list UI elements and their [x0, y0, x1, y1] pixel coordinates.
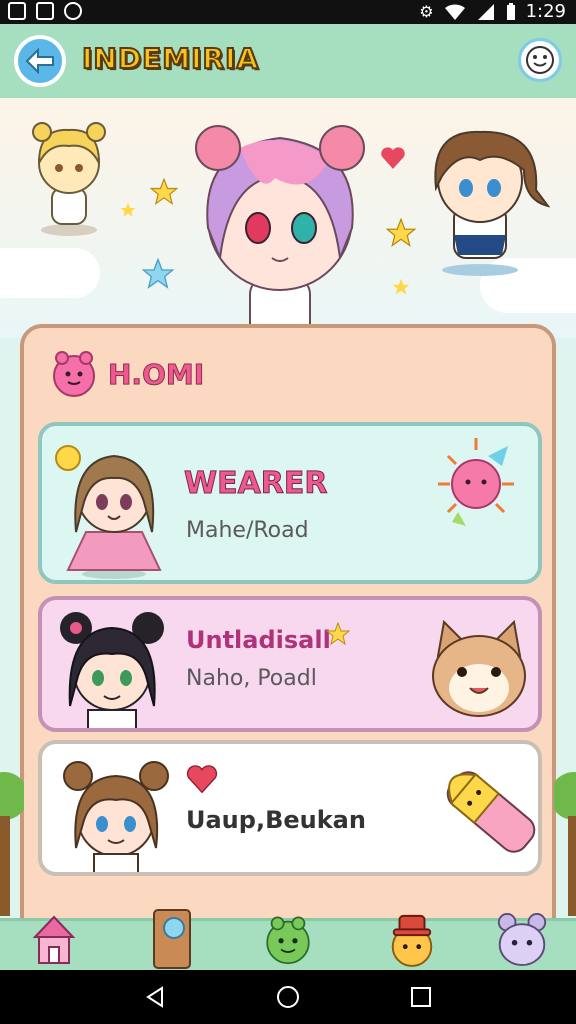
star-icon — [142, 258, 174, 289]
card-subtitle: Mahe/Road — [186, 518, 309, 543]
panel-header: H.OMI — [50, 350, 205, 398]
battery-icon — [506, 2, 515, 20]
system-recents-button[interactable] — [406, 982, 436, 1012]
smiley-icon — [526, 46, 554, 74]
girl-avatar — [55, 445, 162, 579]
blonde-chibi-sticker — [32, 122, 106, 236]
list-item[interactable]: WEARER Mahe/Road — [38, 422, 542, 584]
clock: 1:29 — [525, 1, 566, 22]
girl-avatar — [60, 612, 164, 728]
star-icon — [326, 622, 350, 646]
nav-home[interactable] — [28, 909, 80, 969]
sun-blob-icon — [438, 438, 514, 526]
home-icon — [32, 915, 76, 964]
panel-title: H.OMI — [107, 357, 205, 391]
star-icon — [120, 202, 136, 217]
card-title: WEARER — [184, 466, 328, 502]
app-bar: INDEMIRIA — [0, 24, 576, 101]
system-home-button[interactable] — [273, 982, 303, 1012]
system-nav-bar — [0, 970, 576, 1024]
crayon-icon — [446, 771, 536, 853]
nav-hat[interactable] — [386, 909, 438, 969]
star-icon — [150, 178, 178, 206]
girl-avatar — [63, 761, 169, 872]
list-item[interactable]: Untladisall Naho, Poadl — [38, 596, 542, 732]
heart-icon — [186, 765, 218, 794]
back-button[interactable] — [14, 35, 66, 87]
list-item[interactable]: Uaup,Beukan — [38, 740, 542, 876]
main-chibi-character — [195, 125, 365, 338]
bunny-icon — [497, 912, 547, 966]
app-icon — [64, 2, 82, 20]
cat-icon — [432, 619, 526, 717]
nav-phone[interactable] — [146, 909, 198, 969]
brunette-chibi-sticker — [434, 130, 550, 276]
square-recents-icon — [411, 987, 431, 1007]
header-illustration — [0, 98, 576, 338]
triangle-back-icon — [146, 986, 163, 1008]
card-title: Untladisall — [186, 626, 331, 654]
nav-frog[interactable] — [262, 909, 314, 969]
card-title: Uaup,Beukan — [186, 806, 366, 834]
wifi-icon — [444, 3, 465, 20]
star-icon — [386, 218, 416, 247]
phone-icon — [153, 909, 191, 969]
hat-icon — [391, 914, 433, 967]
app-title: INDEMIRIA — [81, 41, 260, 76]
tree-decoration — [554, 772, 576, 916]
card-subtitle: Naho, Poadl — [186, 666, 317, 691]
tree-decoration — [0, 772, 24, 916]
profile-button[interactable] — [518, 38, 562, 82]
back-arrow-icon — [25, 48, 54, 74]
frog-icon — [266, 916, 310, 965]
system-back-button[interactable] — [140, 982, 170, 1012]
status-bar: ⚙ 1:29 — [0, 0, 576, 24]
circle-home-icon — [277, 986, 299, 1008]
gallery-icon — [8, 2, 26, 20]
nav-bunny[interactable] — [496, 909, 548, 969]
notes-icon — [36, 2, 54, 20]
signal-icon — [477, 3, 494, 20]
settings-icon: ⚙ — [419, 2, 434, 21]
home-panel: H.OMI WEARER Mahe/Road Untladisall Naho,… — [20, 324, 556, 964]
star-icon — [392, 278, 410, 295]
pink-blob-icon — [53, 351, 95, 397]
heart-icon — [381, 147, 405, 169]
bottom-nav — [0, 909, 576, 973]
